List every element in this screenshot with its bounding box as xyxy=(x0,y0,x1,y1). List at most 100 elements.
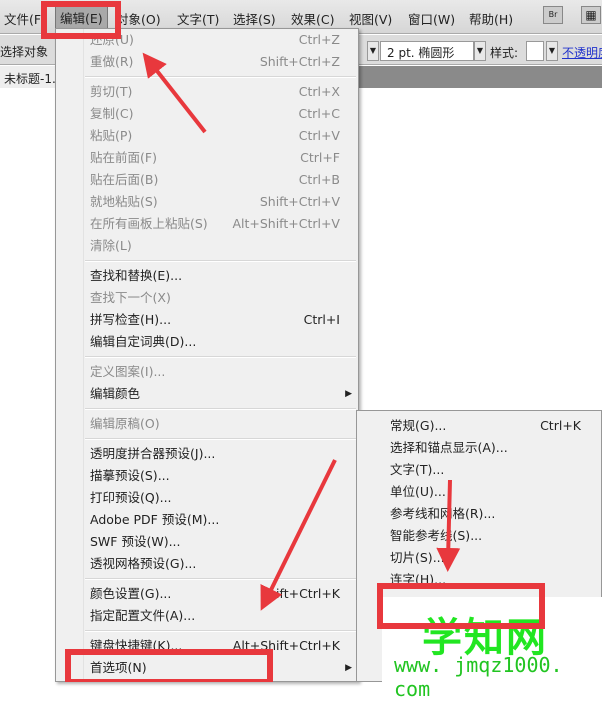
selection-label: 选择对象 xyxy=(0,45,49,59)
menu-separator xyxy=(56,435,358,443)
menu-item-shortcut: Ctrl+I xyxy=(303,312,340,327)
menu-item-label: 还原(U) xyxy=(90,32,134,47)
stroke-profile-dropdown[interactable]: ▼ xyxy=(474,41,486,61)
menu-separator xyxy=(56,405,358,413)
menu-separator xyxy=(56,575,358,583)
edit-menu: 还原(U) Ctrl+Z 重做(R) Shift+Ctrl+Z 剪切(T) Ctrl+X 复… xyxy=(55,28,359,682)
menu-effect[interactable]: 效果(C) xyxy=(291,9,334,28)
style-label: 样式: xyxy=(490,46,519,60)
menu-item[interactable]: 透视网格预设(G)... xyxy=(56,553,358,575)
menu-item-label: 定义图案(I)... xyxy=(90,364,166,379)
menu-type[interactable]: 文字(T) xyxy=(177,9,219,28)
menu-item-label: 就地粘贴(S) xyxy=(90,194,158,209)
watermark-url: www. jmqz1000. com xyxy=(394,653,563,701)
menu-item-label: 键盘快捷键(K)... xyxy=(90,638,183,653)
menu-separator xyxy=(56,353,358,361)
menu-item-label: 剪切(T) xyxy=(90,84,133,99)
menu-item-label: 贴在后面(B) xyxy=(90,172,159,187)
menu-item[interactable]: 贴在前面(F) Ctrl+F xyxy=(56,147,358,169)
menu-item[interactable]: 还原(U) Ctrl+Z xyxy=(56,29,358,51)
stroke-profile-field[interactable]: 2 pt. 椭圆形 xyxy=(380,41,474,61)
menu-item[interactable]: 就地粘贴(S) Shift+Ctrl+V xyxy=(56,191,358,213)
style-swatch[interactable] xyxy=(526,41,544,61)
menu-item[interactable]: SWF 预设(W)... xyxy=(56,531,358,553)
menu-item[interactable]: 颜色设置(G)... Shift+Ctrl+K xyxy=(56,583,358,605)
menu-item-shortcut: Ctrl+V xyxy=(298,128,340,143)
menu-item-label: 单位(U)... xyxy=(390,484,446,499)
menu-item-label: 复制(C) xyxy=(90,106,134,121)
menu-item[interactable]: 复制(C) Ctrl+C xyxy=(56,103,358,125)
menu-item[interactable]: 编辑原稿(O) xyxy=(56,413,358,435)
menu-item[interactable]: 选择和锚点显示(A)... xyxy=(357,437,601,459)
menu-item-label: 指定配置文件(A)... xyxy=(90,608,196,623)
menu-item-label: 选择和锚点显示(A)... xyxy=(390,440,508,455)
document-tab[interactable]: 未标题-1. xyxy=(0,66,60,88)
menu-item[interactable]: 键盘快捷键(K)... Alt+Shift+Ctrl+K xyxy=(56,635,358,657)
menu-item-label: 文字(T)... xyxy=(390,462,445,477)
menu-item-label: 贴在前面(F) xyxy=(90,150,157,165)
menu-item[interactable]: Adobe PDF 预设(M)... xyxy=(56,509,358,531)
menu-item[interactable]: 拼写检查(H)... Ctrl+I xyxy=(56,309,358,331)
menu-item[interactable]: 单位(U)... xyxy=(357,481,601,503)
menu-item-label: 在所有画板上粘贴(S) xyxy=(90,216,208,231)
menu-item[interactable]: 文字(T)... xyxy=(357,459,601,481)
menu-item[interactable]: 参考线和网格(R)... xyxy=(357,503,601,525)
menu-item[interactable]: 编辑自定词典(D)... xyxy=(56,331,358,353)
menu-item[interactable]: 清除(L) xyxy=(56,235,358,257)
menu-item-label: 打印预设(Q)... xyxy=(90,490,172,505)
menu-item[interactable]: 首选项(N) ▶ xyxy=(56,657,358,679)
menu-item-label: 查找和替换(E)... xyxy=(90,268,183,283)
menu-item-label: 编辑原稿(O) xyxy=(90,416,160,431)
menu-item[interactable]: 描摹预设(S)... xyxy=(56,465,358,487)
menu-item[interactable]: 智能参考线(S)... xyxy=(357,525,601,547)
menu-item-label: 透视网格预设(G)... xyxy=(90,556,197,571)
menu-window[interactable]: 窗口(W) xyxy=(408,9,455,28)
menu-item[interactable]: 常规(G)... Ctrl+K xyxy=(357,415,601,437)
menu-item-label: 编辑自定词典(D)... xyxy=(90,334,197,349)
menu-edit[interactable]: 编辑(E) xyxy=(55,6,108,29)
menu-item[interactable]: 查找和替换(E)... xyxy=(56,265,358,287)
menu-item-shortcut: Ctrl+C xyxy=(298,106,340,121)
menu-item[interactable]: 贴在后面(B) Ctrl+B xyxy=(56,169,358,191)
menu-item[interactable]: 剪切(T) Ctrl+X xyxy=(56,81,358,103)
menu-item[interactable]: 切片(S)... xyxy=(357,547,601,569)
bridge-button[interactable]: Br xyxy=(543,6,563,24)
menu-item-label: 粘贴(P) xyxy=(90,128,133,143)
menu-item-shortcut: Ctrl+X xyxy=(298,84,340,99)
menu-object[interactable]: 对象(O) xyxy=(116,9,161,28)
menu-select[interactable]: 选择(S) xyxy=(233,9,276,28)
menu-item-label: 切片(S)... xyxy=(390,550,445,565)
menu-item-label: 连字(H)... xyxy=(390,572,447,587)
menu-item-shortcut: Ctrl+Z xyxy=(298,32,340,47)
menu-item[interactable]: 定义图案(I)... xyxy=(56,361,358,383)
menu-help[interactable]: 帮助(H) xyxy=(469,9,513,28)
menu-item-label: 颜色设置(G)... xyxy=(90,586,172,601)
menu-item-shortcut: Ctrl+K xyxy=(540,418,581,433)
menu-item[interactable]: 在所有画板上粘贴(S) Alt+Shift+Ctrl+V xyxy=(56,213,358,235)
menu-item-shortcut: Shift+Ctrl+K xyxy=(260,586,340,601)
menu-item-label: 智能参考线(S)... xyxy=(390,528,483,543)
menu-item[interactable]: 查找下一个(X) xyxy=(56,287,358,309)
menu-item-label: 编辑颜色 xyxy=(90,386,141,401)
opacity-link[interactable]: 不透明度 xyxy=(562,44,602,61)
menu-item[interactable]: 透明度拼合器预设(J)... xyxy=(56,443,358,465)
menu-item-label: 透明度拼合器预设(J)... xyxy=(90,446,216,461)
menu-item-label: 首选项(N) xyxy=(90,660,147,675)
menu-item[interactable]: 重做(R) Shift+Ctrl+Z xyxy=(56,51,358,73)
menu-item-label: 描摹预设(S)... xyxy=(90,468,170,483)
menu-item-shortcut: Alt+Shift+Ctrl+K xyxy=(232,638,340,653)
dropdown-arrow[interactable]: ▼ xyxy=(367,41,379,61)
menu-item-label: 参考线和网格(R)... xyxy=(390,506,496,521)
menu-item-shortcut: Shift+Ctrl+Z xyxy=(259,54,340,69)
menu-item[interactable]: 打印预设(Q)... xyxy=(56,487,358,509)
menu-view[interactable]: 视图(V) xyxy=(349,9,392,28)
menu-item[interactable]: 粘贴(P) Ctrl+V xyxy=(56,125,358,147)
menu-file[interactable]: 文件(F) xyxy=(4,9,46,28)
menu-item[interactable]: 编辑颜色 ▶ xyxy=(56,383,358,405)
menu-item[interactable]: 指定配置文件(A)... xyxy=(56,605,358,627)
workspace-icon[interactable]: ▦ xyxy=(581,6,601,24)
style-dropdown[interactable]: ▼ xyxy=(546,41,558,61)
menu-item[interactable]: 连字(H)... xyxy=(357,569,601,591)
menu-item-label: 常规(G)... xyxy=(390,418,447,433)
menu-item-label: 拼写检查(H)... xyxy=(90,312,172,327)
